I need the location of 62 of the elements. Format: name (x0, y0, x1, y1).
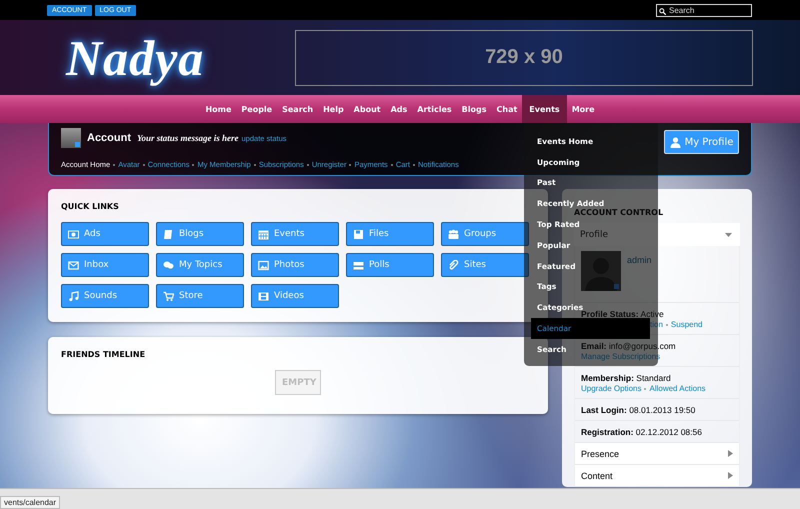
nav-link[interactable]: Ads (386, 95, 412, 123)
quick-link-button[interactable]: Groups (441, 222, 529, 246)
account-action-link[interactable]: Upgrade Options (581, 384, 642, 393)
link-url-tooltip: vents/calendar (0, 496, 60, 509)
account-action-link[interactable]: Allowed Actions (649, 384, 706, 393)
quick-link-button[interactable]: Inbox (61, 253, 149, 277)
quick-link-button[interactable]: Videos (251, 284, 339, 308)
search-field[interactable]: Search (656, 4, 752, 16)
nav-link[interactable]: Articles (412, 95, 457, 123)
paperclip-icon (448, 260, 459, 270)
nav-link[interactable]: Help (318, 95, 349, 123)
nav-link[interactable]: More (566, 95, 600, 123)
status-message: Your status message is here (137, 133, 239, 143)
section-heading: FRIENDS TIMELINE (61, 350, 146, 359)
field-label: Registration: (581, 427, 634, 437)
search-icon (659, 8, 666, 14)
advertisement-banner: 729 x 90 (295, 30, 753, 86)
envelope-icon (68, 260, 79, 270)
quick-link-button[interactable]: Sounds (61, 284, 149, 308)
nav-link[interactable]: About (348, 95, 386, 123)
expandable-row[interactable]: Presence (575, 442, 739, 464)
nav-link[interactable]: People (236, 95, 278, 123)
film-strip-icon (258, 290, 269, 302)
section-heading: QUICK LINKS (61, 202, 120, 211)
nav-link[interactable]: Blogs (456, 95, 492, 123)
people-icon (448, 228, 459, 240)
field-value: 02.12.2012 08:56 (636, 427, 702, 437)
nav-link[interactable]: Events (522, 95, 567, 123)
nav-link[interactable]: Home (200, 95, 236, 123)
quick-link-button[interactable]: Ads (61, 222, 149, 246)
quick-link-button[interactable]: Files (346, 222, 434, 246)
music-note-icon (68, 290, 79, 302)
person-icon (670, 136, 681, 148)
nav-link[interactable]: Chat (492, 95, 522, 123)
quick-link-button[interactable]: My Topics (156, 253, 244, 277)
my-profile-button[interactable]: My Profile (664, 130, 739, 154)
expandable-row[interactable]: Content (575, 464, 739, 486)
quick-link-button[interactable]: Blogs (156, 222, 244, 246)
account-title: Account (87, 132, 131, 144)
field-label: Membership: (581, 373, 634, 383)
field-label: Last Login: (581, 405, 627, 415)
caret-icon (728, 450, 733, 457)
calendar-icon (258, 228, 269, 240)
field-label: Email: (581, 341, 607, 351)
field-value: 08.01.2013 19:50 (629, 405, 696, 415)
picture-icon (258, 260, 269, 270)
account-action-link[interactable]: Suspend (670, 320, 702, 329)
field-value: Standard (636, 373, 671, 383)
caret-icon (728, 472, 733, 479)
quick-link-button[interactable]: Events (251, 222, 339, 246)
quick-link-button[interactable]: Photos (251, 253, 339, 277)
speech-bubbles-icon (163, 260, 174, 270)
nav-link[interactable]: Search (277, 95, 318, 123)
caret-icon (725, 232, 732, 236)
quick-link-button[interactable]: Store (156, 284, 244, 308)
notebook-icon (163, 228, 174, 240)
quick-link-button[interactable]: Polls (346, 253, 434, 277)
shopping-cart-icon (163, 290, 174, 302)
quick-link-button[interactable]: Sites (441, 253, 529, 277)
dollar-bill-icon (68, 228, 79, 240)
horizontal-bars-icon (353, 260, 364, 270)
field-label: Profile Status: (581, 309, 639, 319)
